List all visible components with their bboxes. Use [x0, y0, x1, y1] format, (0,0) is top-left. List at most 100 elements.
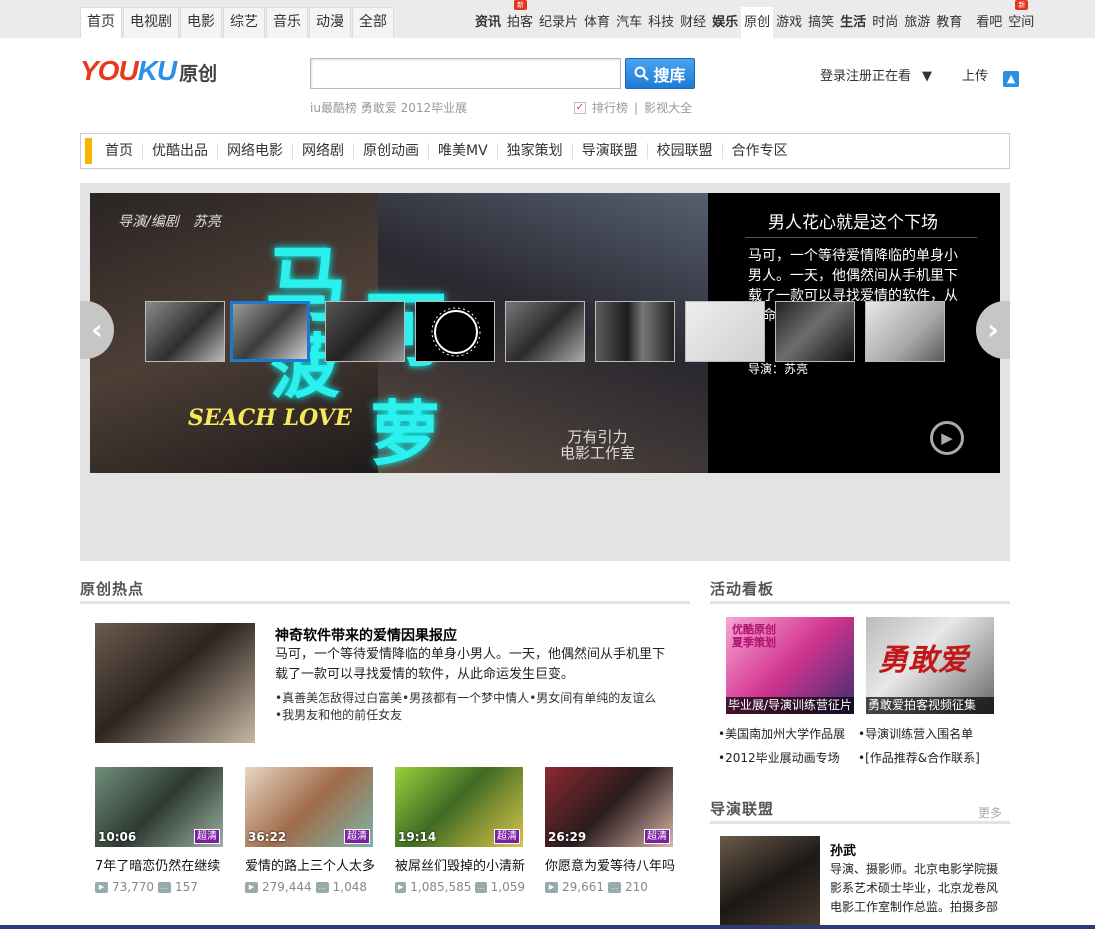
- top-link-life[interactable]: 生活: [837, 7, 869, 38]
- video-list-link[interactable]: 影视大全: [644, 99, 692, 116]
- top-link-documentary[interactable]: 纪录片: [536, 7, 581, 38]
- top-link-tv[interactable]: 电视剧: [123, 7, 179, 38]
- top-link-original[interactable]: 原创: [741, 7, 774, 38]
- nav-item-directors[interactable]: 导演联盟: [573, 143, 648, 159]
- video-thumbnail[interactable]: 10:06 超清: [95, 767, 223, 847]
- youku-original-logo[interactable]: YOU KU 原创: [80, 55, 217, 87]
- video-thumbnail[interactable]: 19:14 超清: [395, 767, 523, 847]
- activity-banner[interactable]: 勇敢爱 勇敢爱拍客视频征集: [866, 617, 994, 714]
- nav-item-cooperation[interactable]: 合作专区: [723, 143, 797, 159]
- carousel-thumbnail[interactable]: [775, 301, 855, 362]
- nav-item-exclusive[interactable]: 独家策划: [498, 143, 573, 159]
- banner-title[interactable]: 男人花心就是这个下场: [768, 208, 938, 233]
- nav-item-youku-productions[interactable]: 优酷出品: [143, 143, 218, 159]
- watching-label: 正在看: [872, 69, 912, 84]
- nav-item-campus[interactable]: 校园联盟: [648, 143, 723, 159]
- carousel-thumbnail[interactable]: [595, 301, 675, 362]
- featured-image[interactable]: [95, 623, 255, 743]
- video-title[interactable]: 7年了暗恋仍然在继续: [95, 855, 225, 874]
- video-card[interactable]: 36:22 超清 爱情的路上三个人太多 ▶ 279,444… 1,048: [245, 767, 375, 894]
- top-link-space[interactable]: 新空间: [1005, 0, 1037, 38]
- nav-item-web-movies[interactable]: 网络电影: [218, 143, 293, 159]
- watching-dropdown[interactable]: 正在看 ▼: [872, 65, 943, 87]
- register-link[interactable]: 注册: [846, 65, 872, 87]
- comment-icon: …: [608, 881, 621, 893]
- top-link-finance[interactable]: 财经: [677, 7, 709, 38]
- nav-accent-bar: [85, 138, 92, 164]
- carousel-thumbnail-selected[interactable]: [230, 301, 310, 362]
- top-link-games[interactable]: 游戏: [773, 7, 805, 38]
- carousel-thumbnail[interactable]: [145, 301, 225, 362]
- more-link[interactable]: 更多: [978, 804, 1002, 821]
- top-link-entertainment[interactable]: 娱乐: [709, 7, 741, 38]
- carousel-thumbnail[interactable]: [415, 301, 495, 362]
- nav-item-mv[interactable]: 唯美MV: [429, 143, 498, 159]
- featured-link[interactable]: •真善美怎敌得过白富美: [275, 689, 402, 706]
- video-card[interactable]: 10:06 超清 7年了暗恋仍然在继续 ▶ 73,770 … 157: [95, 767, 225, 894]
- top-link-anime[interactable]: 动漫: [309, 7, 351, 38]
- video-card[interactable]: 26:29 超清 你愿意为爱等待八年吗 ▶ 29,661 … 210: [545, 767, 675, 894]
- video-card[interactable]: 19:14 超清 被屌丝们毁掉的小清新 ▶ 1,085,585… 1,059: [395, 767, 525, 894]
- director-name[interactable]: 孙武: [830, 840, 856, 859]
- director-photo[interactable]: [720, 836, 820, 929]
- upload-link[interactable]: 上传 ▲: [962, 65, 1030, 87]
- search-input[interactable]: [310, 58, 621, 89]
- nav-item-home[interactable]: 首页: [96, 143, 143, 159]
- top-link-kanba[interactable]: 看吧: [973, 7, 1005, 38]
- video-thumbnail[interactable]: 36:22 超清: [245, 767, 373, 847]
- search-icon: [634, 66, 650, 81]
- top-link-news[interactable]: 资讯: [472, 7, 504, 38]
- top-link-travel[interactable]: 旅游: [901, 7, 933, 38]
- poster-credit: 导演/编剧 苏亮: [118, 214, 221, 230]
- top-link-sports[interactable]: 体育: [581, 7, 613, 38]
- hot-word[interactable]: 2012毕业展: [401, 101, 468, 115]
- top-link-spacer: [965, 7, 973, 38]
- top-link-education[interactable]: 教育: [933, 7, 965, 38]
- play-icon[interactable]: ▶: [930, 421, 964, 455]
- video-title[interactable]: 被屌丝们毁掉的小清新: [395, 855, 525, 874]
- top-link-all[interactable]: 全部: [352, 7, 394, 38]
- original-channel-nav: 首页 优酷出品 网络电影 网络剧 原创动画 唯美MV 独家策划 导演联盟 校园联…: [80, 133, 1010, 169]
- top-link-funny[interactable]: 搞笑: [805, 7, 837, 38]
- top-link-variety[interactable]: 综艺: [223, 7, 265, 38]
- hot-word[interactable]: 勇敢爱: [361, 101, 397, 115]
- activity-caption: 毕业展/导演训练营征片: [726, 697, 854, 714]
- activity-links-right: •导演训练营入围名单 •[作品推荐&合作联系]: [858, 722, 980, 770]
- login-link[interactable]: 登录: [820, 65, 846, 87]
- top-link-tech[interactable]: 科技: [645, 7, 677, 38]
- activity-link[interactable]: •美国南加州大学作品展: [718, 722, 845, 746]
- carousel-thumbnail[interactable]: [865, 301, 945, 362]
- video-thumbnail[interactable]: 26:29 超清: [545, 767, 673, 847]
- nav-item-web-series[interactable]: 网络剧: [293, 143, 354, 159]
- featured-title[interactable]: 神奇软件带来的爱情因果报应: [275, 625, 457, 645]
- activity-banner[interactable]: 优酷原创 夏季策划 毕业展/导演训练营征片: [726, 617, 854, 714]
- divider: [745, 237, 977, 238]
- featured-link[interactable]: •男女间有单纯的友谊么: [529, 689, 656, 706]
- comment-count: 210: [625, 880, 648, 894]
- video-duration: 19:14: [398, 830, 437, 844]
- top-link-fashion[interactable]: 时尚: [869, 7, 901, 38]
- top-link-home[interactable]: 首页: [80, 7, 122, 38]
- carousel-thumbnail[interactable]: [325, 301, 405, 362]
- top-link-movie[interactable]: 电影: [180, 7, 222, 38]
- top-link-music[interactable]: 音乐: [266, 7, 308, 38]
- top-link-auto[interactable]: 汽车: [613, 7, 645, 38]
- featured-link[interactable]: •男孩都有一个梦中情人: [402, 689, 529, 706]
- ranking-link[interactable]: 排行榜: [592, 99, 628, 116]
- activity-link[interactable]: •2012毕业展动画专场: [718, 746, 845, 770]
- hot-word[interactable]: iu最酷榜: [310, 101, 357, 115]
- featured-link[interactable]: •我男友和他的前任女友: [275, 706, 402, 723]
- activity-links-left: •美国南加州大学作品展 •2012毕业展动画专场: [718, 722, 845, 770]
- top-link-paike[interactable]: 新拍客: [504, 0, 536, 38]
- carousel-thumbnail[interactable]: [685, 301, 765, 362]
- search-button[interactable]: 搜库: [625, 58, 695, 89]
- play-count-icon: ▶: [395, 881, 407, 893]
- nav-item-animation[interactable]: 原创动画: [354, 143, 429, 159]
- activity-link[interactable]: •导演训练营入围名单: [858, 722, 980, 746]
- activity-link[interactable]: •[作品推荐&合作联系]: [858, 746, 980, 770]
- featured-description: 马可，一个等待爱情降临的单身小男人。一天，他偶然间从手机里下载了一款可以寻找爱情…: [275, 647, 666, 682]
- video-title[interactable]: 爱情的路上三个人太多: [245, 855, 375, 874]
- play-count-icon: ▶: [545, 881, 558, 893]
- carousel-thumbnail[interactable]: [505, 301, 585, 362]
- video-title[interactable]: 你愿意为爱等待八年吗: [545, 855, 675, 874]
